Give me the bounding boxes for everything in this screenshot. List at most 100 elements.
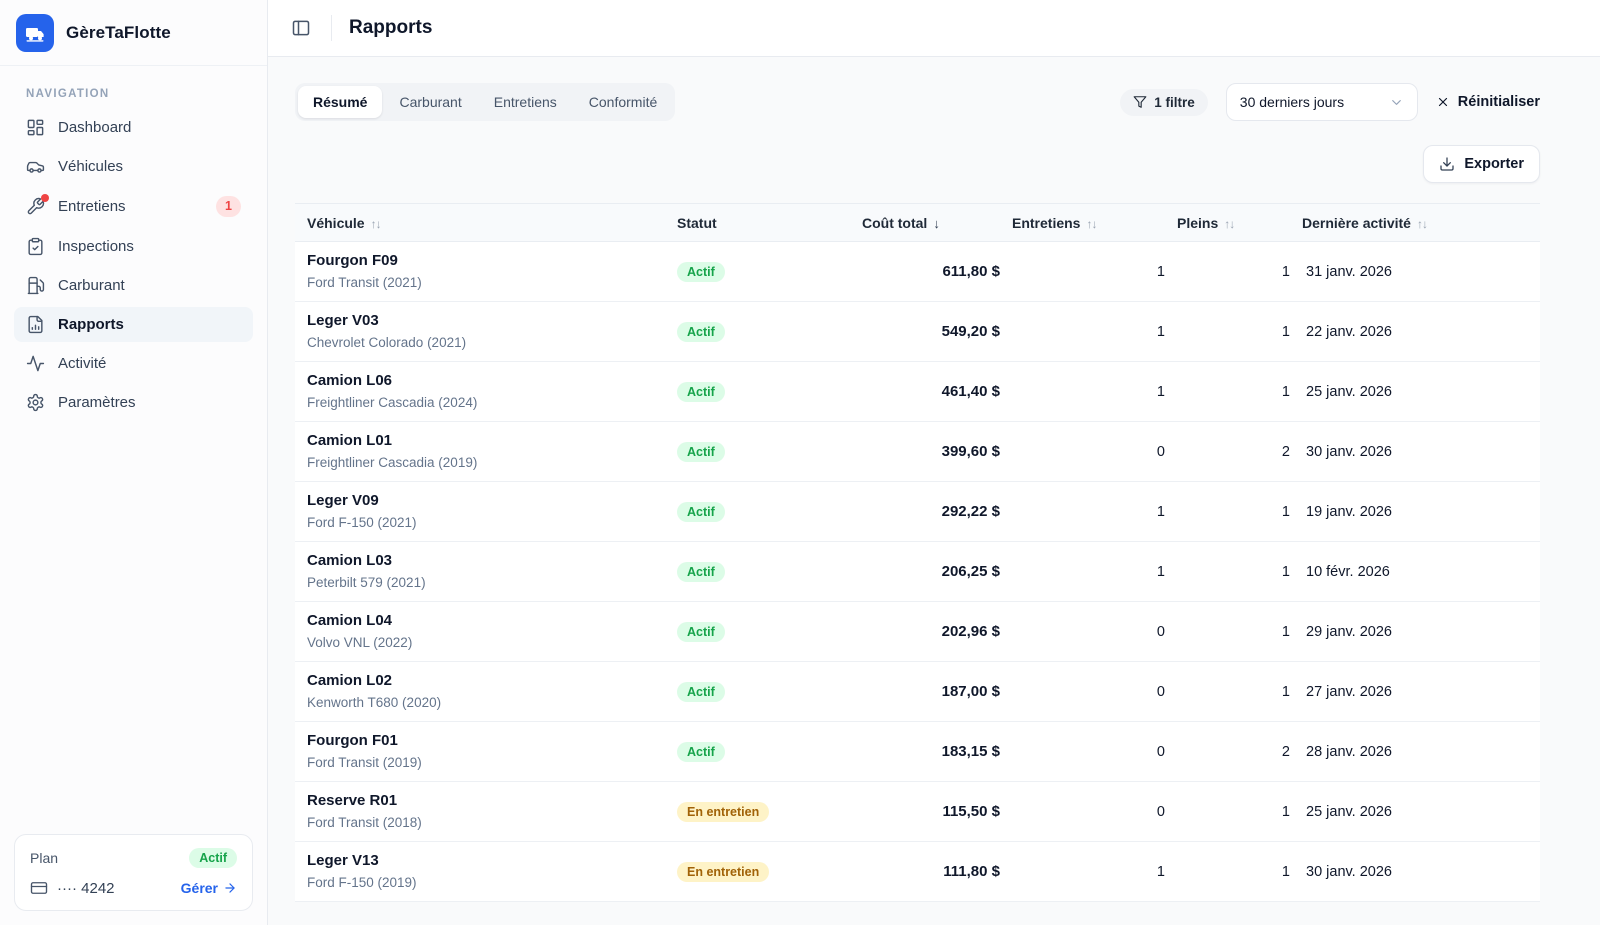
tab-entretiens[interactable]: Entretiens <box>479 86 572 118</box>
reset-filters-button[interactable]: Réinitialiser <box>1436 94 1540 110</box>
maintenance-count: 1 <box>1000 242 1165 302</box>
tab-conformite[interactable]: Conformité <box>574 86 672 118</box>
sidebar-toggle-button[interactable] <box>284 11 318 45</box>
column-header-pleins[interactable]: Pleins↑↓ <box>1165 204 1290 242</box>
fills-count: 2 <box>1165 422 1290 482</box>
app-logo-row: GèreTaFlotte <box>0 0 267 66</box>
column-header-entretiens[interactable]: Entretiens↑↓ <box>1000 204 1165 242</box>
last-activity-date: 31 janv. 2026 <box>1290 242 1540 302</box>
tab-resume[interactable]: Résumé <box>298 86 382 118</box>
table-row[interactable]: Fourgon F09Ford Transit (2021)Actif611,8… <box>295 242 1540 302</box>
download-icon <box>1439 156 1455 172</box>
maintenance-count: 1 <box>1000 542 1165 602</box>
sidebar-item-label: Dashboard <box>58 119 131 136</box>
vehicle-name: Camion L01 <box>307 431 665 451</box>
close-icon <box>1436 95 1450 109</box>
sidebar-item-carburant[interactable]: Carburant <box>14 268 253 303</box>
report-icon <box>26 315 45 334</box>
vehicle-name: Fourgon F09 <box>307 251 665 271</box>
sidebar-nav: Dashboard Véhicules Entretiens1 Inspections… <box>0 110 267 420</box>
car-icon <box>26 157 45 176</box>
export-button[interactable]: Exporter <box>1423 145 1540 183</box>
fills-count: 2 <box>1165 722 1290 782</box>
sidebar-item-inspections[interactable]: Inspections <box>14 229 253 264</box>
maintenance-count: 0 <box>1000 662 1165 722</box>
total-cost: 549,20 $ <box>942 323 1000 340</box>
maintenance-count: 1 <box>1000 842 1165 902</box>
vehicle-model: Volvo VNL (2022) <box>307 633 665 652</box>
column-header-cout-total[interactable]: Coût total↓ <box>850 204 1000 242</box>
sidebar-item-label: Entretiens <box>58 198 126 215</box>
maintenance-count: 0 <box>1000 782 1165 842</box>
status-badge: Actif <box>677 262 725 282</box>
plan-status-badge: Actif <box>189 848 237 868</box>
maintenance-count: 0 <box>1000 602 1165 662</box>
tab-carburant[interactable]: Carburant <box>384 86 476 118</box>
table-row[interactable]: Camion L04Volvo VNL (2022)Actif202,96 $0… <box>295 602 1540 662</box>
plan-label: Plan <box>30 850 58 866</box>
table-row[interactable]: Leger V09Ford F-150 (2021)Actif292,22 $1… <box>295 482 1540 542</box>
divider <box>331 15 332 41</box>
total-cost: 461,40 $ <box>942 383 1000 400</box>
clipboard-icon <box>26 237 45 256</box>
last-activity-date: 25 janv. 2026 <box>1290 362 1540 422</box>
status-badge: Actif <box>677 562 725 582</box>
fills-count: 1 <box>1165 842 1290 902</box>
table-row[interactable]: Camion L02Kenworth T680 (2020)Actif187,0… <box>295 662 1540 722</box>
table-row[interactable]: Camion L06Freightliner Cascadia (2024)Ac… <box>295 362 1540 422</box>
total-cost: 206,25 $ <box>942 563 1000 580</box>
table-row[interactable]: Leger V13Ford F-150 (2019)En entretien11… <box>295 842 1540 902</box>
plan-card: Plan Actif ···· 4242 Gérer <box>14 834 253 911</box>
table-row[interactable]: Leger V03Chevrolet Colorado (2021)Actif5… <box>295 302 1540 362</box>
status-badge: Actif <box>677 322 725 342</box>
table-row[interactable]: Reserve R01Ford Transit (2018)En entreti… <box>295 782 1540 842</box>
wrench-icon <box>26 197 45 216</box>
vehicle-name: Fourgon F01 <box>307 731 665 751</box>
fills-count: 1 <box>1165 542 1290 602</box>
total-cost: 115,50 $ <box>942 803 1000 820</box>
column-label: Dernière activité <box>1302 215 1411 231</box>
sidebar-item-parametres[interactable]: Paramètres <box>14 385 253 420</box>
sidebar-item-label: Véhicules <box>58 158 123 175</box>
vehicle-model: Freightliner Cascadia (2019) <box>307 453 665 472</box>
manage-plan-link[interactable]: Gérer <box>181 880 237 896</box>
total-cost: 202,96 $ <box>942 623 1000 640</box>
period-select[interactable]: 30 derniers jours <box>1226 83 1418 121</box>
nav-section-label: NAVIGATION <box>0 66 267 110</box>
sidebar-item-rapports[interactable]: Rapports <box>14 307 253 342</box>
fills-count: 1 <box>1165 242 1290 302</box>
sidebar-item-label: Inspections <box>58 238 134 255</box>
column-header-derniere-activite[interactable]: Dernière activité↑↓ <box>1290 204 1540 242</box>
sidebar-item-entretiens[interactable]: Entretiens1 <box>14 188 253 225</box>
total-cost: 111,80 $ <box>943 863 1000 880</box>
column-header-vehicule[interactable]: Véhicule ↑↓ <box>295 204 665 242</box>
status-badge: Actif <box>677 682 725 702</box>
table-row[interactable]: Camion L03Peterbilt 579 (2021)Actif206,2… <box>295 542 1540 602</box>
status-badge: Actif <box>677 442 725 462</box>
card-masked-digits: ···· 4242 <box>57 880 115 897</box>
page-title: Rapports <box>349 17 432 39</box>
sidebar-item-activite[interactable]: Activité <box>14 346 253 381</box>
gear-icon <box>26 393 45 412</box>
activity-icon <box>26 354 45 373</box>
sort-icon: ↑↓ <box>371 217 381 231</box>
fills-count: 1 <box>1165 602 1290 662</box>
sidebar-item-label: Activité <box>58 355 106 372</box>
column-label: Véhicule <box>307 215 365 231</box>
table-row[interactable]: Camion L01 Freightliner Cascadia (2019) Ac… <box>295 422 1540 482</box>
last-activity-date: 27 janv. 2026 <box>1290 662 1540 722</box>
status-badge: Actif <box>677 742 725 762</box>
column-header-statut: Statut <box>665 204 850 242</box>
sidebar-item-label: Paramètres <box>58 394 136 411</box>
status-badge: En entretien <box>677 802 769 822</box>
sidebar-item-dashboard[interactable]: Dashboard <box>14 110 253 145</box>
sidebar-item-vehicules[interactable]: Véhicules <box>14 149 253 184</box>
vehicle-name: Leger V09 <box>307 491 665 511</box>
filter-count-chip[interactable]: 1 filtre <box>1120 89 1208 116</box>
sort-desc-icon: ↓ <box>933 216 940 231</box>
reset-filters-label: Réinitialiser <box>1458 94 1540 110</box>
sidebar-item-label: Carburant <box>58 277 125 294</box>
table-row[interactable]: Fourgon F01Ford Transit (2019)Actif183,1… <box>295 722 1540 782</box>
vehicle-model: Ford Transit (2019) <box>307 753 665 772</box>
sort-icon: ↑↓ <box>1086 217 1096 231</box>
